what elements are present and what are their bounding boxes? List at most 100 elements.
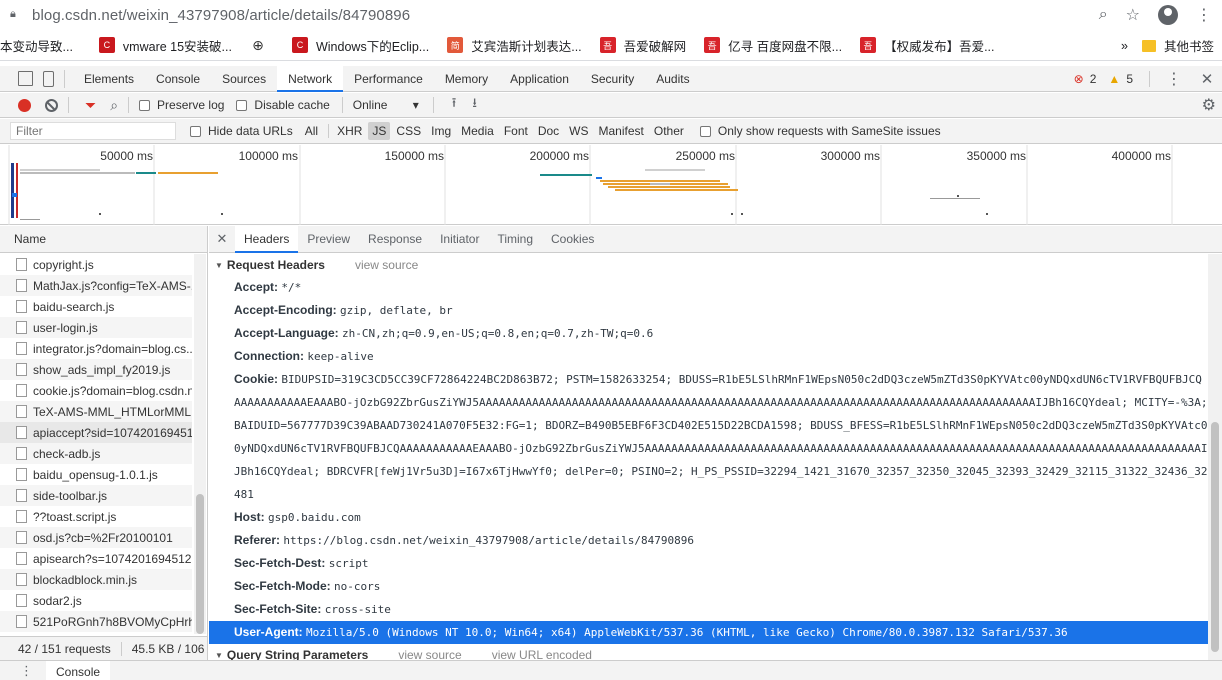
type-filter-all[interactable]: All <box>301 122 322 140</box>
device-toolbar-icon[interactable] <box>43 70 54 87</box>
clear-icon[interactable] <box>45 98 58 112</box>
import-har-icon[interactable]: ⭱ <box>452 94 457 116</box>
header-row[interactable]: Accept-Encoding: gzip, deflate, br <box>209 299 1208 322</box>
header-row[interactable]: Sec-Fetch-Site: cross-site <box>209 598 1208 621</box>
header-row[interactable]: Connection: keep-alive <box>209 345 1208 368</box>
network-overview-timeline[interactable]: 50000 ms 100000 ms 150000 ms 200000 ms 2… <box>0 145 1222 225</box>
checkbox-box[interactable] <box>139 99 151 111</box>
tab-memory[interactable]: Memory <box>434 66 499 92</box>
error-icon[interactable]: ⊗ <box>1074 72 1084 86</box>
bookmarks-more-chevron-icon[interactable]: » <box>1121 39 1128 53</box>
request-row[interactable]: ??toast.script.js <box>0 506 192 527</box>
inspect-element-icon[interactable] <box>18 71 33 86</box>
filter-icon[interactable]: ⏷ <box>85 97 96 114</box>
request-row[interactable]: check-adb.js <box>0 443 192 464</box>
request-row[interactable]: osd.js?cb=%2Fr20100101 <box>0 527 192 548</box>
tab-console[interactable]: Console <box>145 66 211 92</box>
preserve-log-checkbox[interactable]: Preserve log <box>139 98 224 112</box>
request-row[interactable]: cookie.js?domain=blog.csdn.n... <box>0 380 192 401</box>
profile-avatar-icon[interactable] <box>1158 5 1178 25</box>
header-row[interactable]: Accept: */* <box>209 276 1208 299</box>
tab-audits[interactable]: Audits <box>645 66 700 92</box>
type-filter-xhr[interactable]: XHR <box>333 122 366 140</box>
request-row[interactable]: blockadblock.min.js <box>0 569 192 590</box>
bookmark-item-5[interactable]: 吾 吾爱破解网 <box>599 36 686 55</box>
throttle-select[interactable]: Online ▾ <box>353 98 423 112</box>
request-row[interactable]: user-login.js <box>0 317 192 338</box>
request-row[interactable]: MathJax.js?config=TeX-AMS-... <box>0 275 192 296</box>
checkbox-box[interactable] <box>190 125 201 137</box>
bookmark-item-2[interactable]: ⊕ <box>249 37 274 53</box>
scrollbar-thumb[interactable] <box>1211 422 1219 652</box>
detail-tab-preview[interactable]: Preview <box>298 226 359 253</box>
checkbox-box[interactable] <box>699 125 711 137</box>
network-settings-gear-icon[interactable]: ⚙ <box>1202 95 1216 115</box>
bookmark-item-1[interactable]: C vmware 15安装破... <box>98 36 232 55</box>
record-icon[interactable] <box>18 98 31 112</box>
header-row[interactable]: Sec-Fetch-Mode: no-cors <box>209 575 1208 598</box>
expand-triangle-icon[interactable]: ▼ <box>215 261 223 270</box>
request-row[interactable]: integrator.js?domain=blog.cs... <box>0 338 192 359</box>
request-list-scrollbar[interactable] <box>194 254 206 634</box>
menu-kebab-icon[interactable]: ⋮ <box>1196 5 1212 25</box>
checkbox-box[interactable] <box>236 99 248 111</box>
request-row[interactable]: side-toolbar.js <box>0 485 192 506</box>
hide-data-urls-checkbox[interactable]: Hide data URLs <box>190 124 293 138</box>
query-string-section[interactable]: ▼ Query String Parameters view source vi… <box>209 644 1208 660</box>
overview-graph[interactable] <box>0 145 1222 225</box>
view-source-link[interactable]: view source <box>398 648 461 660</box>
type-filter-manifest[interactable]: Manifest <box>595 122 648 140</box>
view-source-link[interactable]: view source <box>355 258 418 272</box>
detail-tab-timing[interactable]: Timing <box>488 226 542 253</box>
header-row[interactable]: Referer: https://blog.csdn.net/weixin_43… <box>209 529 1208 552</box>
detail-tab-initiator[interactable]: Initiator <box>431 226 488 253</box>
expand-triangle-icon[interactable]: ▼ <box>215 651 223 660</box>
detail-scrollbar[interactable] <box>1208 254 1222 660</box>
request-row[interactable]: copyright.js <box>0 254 192 275</box>
request-row[interactable]: baidu-search.js <box>0 296 192 317</box>
tab-application[interactable]: Application <box>499 66 580 92</box>
request-row[interactable]: 521PoRGnh7h8BVOMyCpHrh... <box>0 611 192 632</box>
bookmark-item-7[interactable]: 吾 【权威发布】吾爱... <box>860 36 994 55</box>
search-icon[interactable]: ⌕ <box>110 97 118 114</box>
error-count[interactable]: 2 <box>1090 72 1097 86</box>
type-filter-other[interactable]: Other <box>650 122 688 140</box>
tab-network[interactable]: Network <box>277 65 344 92</box>
type-filter-doc[interactable]: Doc <box>534 122 563 140</box>
bookmark-item-3[interactable]: C Windows下的Eclip... <box>291 36 429 55</box>
request-row[interactable]: apiaccept?sid=107420169451... <box>0 422 192 443</box>
type-filter-js[interactable]: JS <box>368 122 391 140</box>
type-filter-font[interactable]: Font <box>500 122 532 140</box>
header-row[interactable]: Sec-Fetch-Dest: script <box>209 552 1208 575</box>
url-text[interactable]: blog.csdn.net/weixin_43797908/article/de… <box>32 7 410 24</box>
tab-sources[interactable]: Sources <box>211 66 277 92</box>
warning-icon[interactable]: ▲ <box>1108 72 1120 86</box>
type-filter-ws[interactable]: WS <box>565 122 592 140</box>
view-url-encoded-link[interactable]: view URL encoded <box>492 648 592 660</box>
detail-tab-response[interactable]: Response <box>359 226 431 253</box>
bookmark-item-6[interactable]: 吾 亿寻 百度网盘不限... <box>704 36 842 55</box>
detail-tab-headers[interactable]: Headers <box>235 225 299 253</box>
zoom-icon[interactable]: ⌕ <box>1099 6 1108 24</box>
scrollbar-thumb[interactable] <box>196 494 204 634</box>
name-column-header[interactable]: Name <box>0 226 207 253</box>
tab-performance[interactable]: Performance <box>343 66 434 92</box>
header-row[interactable]: Accept-Language: zh-CN,zh;q=0.9,en-US;q=… <box>209 322 1208 345</box>
devtools-menu-icon[interactable]: ⋮ <box>1166 69 1182 89</box>
detail-tab-cookies[interactable]: Cookies <box>542 226 603 253</box>
warning-count[interactable]: 5 <box>1126 72 1133 86</box>
request-row[interactable]: baidu_opensug-1.0.1.js <box>0 464 192 485</box>
bookmark-item-0[interactable]: 本变动导致... <box>0 36 73 55</box>
bookmark-star-icon[interactable]: ☆ <box>1126 5 1140 25</box>
close-devtools-icon[interactable]: ✕ <box>1200 70 1214 88</box>
tab-elements[interactable]: Elements <box>73 66 145 92</box>
bookmark-item-4[interactable]: 简 艾宾浩斯计划表达... <box>447 36 582 55</box>
header-row[interactable]: User-Agent: Mozilla/5.0 (Windows NT 10.0… <box>209 621 1208 644</box>
other-bookmarks[interactable]: 其他书签 <box>1164 36 1222 55</box>
type-filter-img[interactable]: Img <box>427 122 455 140</box>
header-row[interactable]: Cookie: BIDUPSID=319C3CD5CC39CF72864224B… <box>209 368 1208 506</box>
request-row[interactable]: TeX-AMS-MML_HTMLorMML.j... <box>0 401 192 422</box>
request-headers-section[interactable]: ▼ Request Headers view source <box>209 254 1208 276</box>
drawer-tab-console[interactable]: Console <box>46 660 111 680</box>
header-row[interactable]: Host: gsp0.baidu.com <box>209 506 1208 529</box>
